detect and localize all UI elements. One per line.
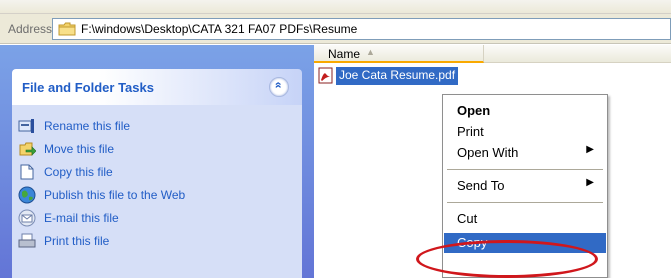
menu-item-label: Cut: [457, 211, 478, 226]
address-path: F:\windows\Desktop\CATA 321 FA07 PDFs\Re…: [81, 22, 358, 36]
address-field[interactable]: F:\windows\Desktop\CATA 321 FA07 PDFs\Re…: [52, 18, 671, 40]
task-label: Move this file: [44, 142, 115, 156]
menu-item-send-to[interactable]: Send To ▶: [444, 176, 606, 196]
name-column-label: Name: [328, 47, 361, 61]
move-icon: [19, 142, 36, 156]
sort-ascending-icon: ▲: [366, 47, 375, 57]
copy-icon: [20, 164, 34, 180]
toolbar-sliver: [0, 0, 671, 14]
menu-item-label: Open: [457, 103, 491, 118]
file-folder-tasks-panel: File and Folder Tasks » Rename this file: [12, 69, 302, 278]
menu-item-label: Open With: [457, 145, 519, 160]
menu-item-label: Send To: [457, 178, 505, 193]
chevron-up-icon: »: [270, 81, 285, 89]
task-label: E-mail this file: [44, 211, 119, 225]
menu-item-open[interactable]: Open: [444, 101, 606, 121]
task-print-file[interactable]: Print this file: [18, 232, 298, 252]
folder-icon: [58, 22, 76, 36]
task-label: Print this file: [44, 234, 110, 248]
highlight-ellipse-annotation: [416, 240, 598, 278]
menu-item-cut[interactable]: Cut: [444, 209, 606, 229]
menu-separator: [447, 202, 603, 203]
task-move-file[interactable]: Move this file: [18, 140, 298, 160]
column-header-row: Name ▲: [314, 45, 671, 63]
pdf-file-icon: [318, 67, 333, 84]
rename-icon: [18, 119, 34, 133]
task-panel-header[interactable]: File and Folder Tasks »: [12, 69, 302, 105]
task-label: Publish this file to the Web: [44, 188, 186, 202]
task-rename-file[interactable]: Rename this file: [18, 117, 298, 137]
email-icon: [18, 209, 36, 227]
submenu-arrow-icon: ▶: [586, 177, 594, 188]
menu-item-print[interactable]: Print: [444, 122, 606, 142]
task-label: Copy this file: [44, 165, 113, 179]
task-panel-title: File and Folder Tasks: [22, 80, 154, 95]
selected-file-name: Joe Cata Resume.pdf: [336, 67, 459, 85]
print-icon: [18, 233, 36, 248]
collapse-chevron-button[interactable]: »: [269, 77, 289, 97]
submenu-arrow-icon: ▶: [586, 144, 594, 155]
task-panel-body: Rename this file Move this file Copy thi…: [12, 105, 302, 278]
task-publish-web[interactable]: Publish this file to the Web: [18, 186, 298, 206]
name-column-header[interactable]: Name ▲: [314, 45, 484, 63]
address-label: Address: [8, 22, 53, 36]
globe-icon: [18, 186, 36, 204]
task-email-file[interactable]: E-mail this file: [18, 209, 298, 229]
menu-item-label: Print: [457, 124, 484, 139]
task-pane: File and Folder Tasks » Rename this file: [0, 45, 314, 278]
task-copy-file[interactable]: Copy this file: [18, 163, 298, 183]
menu-separator: [447, 169, 603, 170]
task-label: Rename this file: [44, 119, 131, 133]
menu-item-open-with[interactable]: Open With ▶: [444, 143, 606, 163]
address-bar: Address F:\windows\Desktop\CATA 321 FA07…: [0, 14, 671, 44]
file-row-selected[interactable]: Joe Cata Resume.pdf: [318, 67, 498, 85]
